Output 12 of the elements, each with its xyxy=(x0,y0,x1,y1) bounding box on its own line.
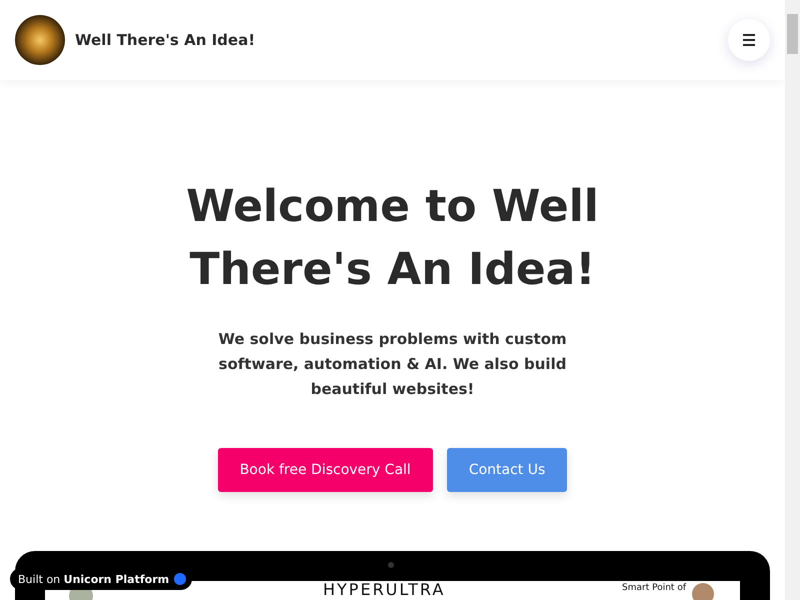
avatar-icon xyxy=(692,583,714,600)
site-name[interactable]: Well There's An Idea! xyxy=(75,31,256,49)
discovery-call-button[interactable]: Book free Discovery Call xyxy=(218,448,433,492)
hero-title: Welcome to Well There's An Idea! xyxy=(185,180,600,297)
preview-brand: HYPERULTRA xyxy=(323,581,446,599)
menu-icon xyxy=(741,33,757,47)
hero-subtitle: We solve business problems with custom software, automation & AI. We also build beautiful websites! xyxy=(217,329,568,400)
platform-badge-link[interactable]: Built on Unicorn Platform xyxy=(10,568,192,590)
preview-side-text: Smart Point of xyxy=(622,583,686,593)
unicorn-logo-icon xyxy=(174,573,186,585)
menu-button[interactable] xyxy=(728,19,770,61)
camera-dot-icon xyxy=(388,562,394,568)
